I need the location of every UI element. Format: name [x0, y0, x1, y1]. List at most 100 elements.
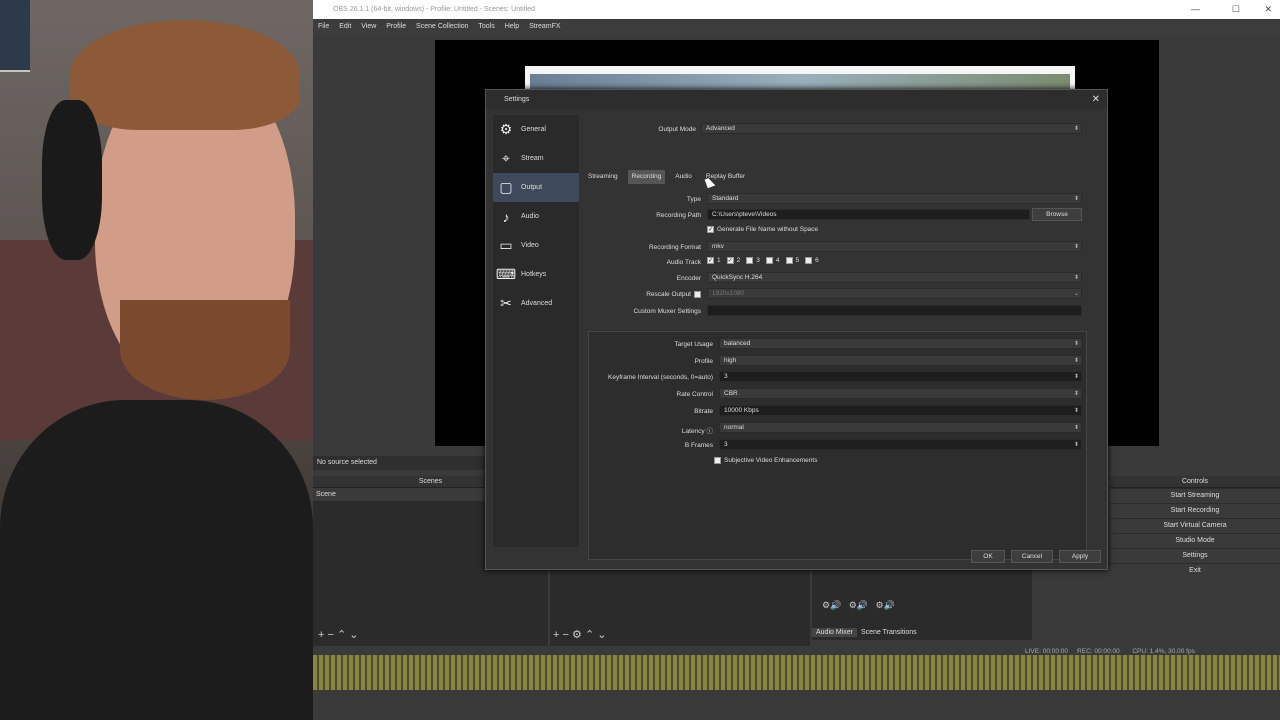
nav-video[interactable]: ▭ Video	[493, 231, 579, 260]
start-streaming-button[interactable]: Start Streaming	[1110, 489, 1280, 503]
nav-hotkeys[interactable]: ⌨ Hotkeys	[493, 260, 579, 289]
updown-icon: ⬍	[1073, 126, 1079, 132]
apply-button[interactable]: Apply	[1059, 550, 1101, 563]
nav-advanced[interactable]: ✂ Advanced	[493, 289, 579, 318]
settings-button[interactable]: Settings	[1110, 549, 1280, 563]
track-label: 1	[717, 257, 721, 265]
track-6-checkbox[interactable]: 6	[805, 257, 819, 264]
updown-icon: ⬍	[1073, 244, 1079, 250]
track-2-checkbox[interactable]: ✓ 2	[726, 257, 740, 264]
start-virtual-camera-button[interactable]: Start Virtual Camera	[1110, 519, 1280, 533]
menu-file[interactable]: File	[318, 23, 329, 30]
profile-select[interactable]: high ⬍	[719, 355, 1082, 366]
studio-mode-button[interactable]: Studio Mode	[1110, 534, 1280, 548]
gear-icon[interactable]: ⚙	[572, 629, 582, 641]
audio-visualizer	[313, 655, 1280, 690]
track-3-checkbox[interactable]: 3	[746, 257, 760, 264]
close-window-icon[interactable]: ✕	[1264, 0, 1272, 19]
type-select[interactable]: Standard ⬍	[707, 193, 1082, 204]
recording-format-select[interactable]: mkv ⬍	[707, 241, 1082, 252]
wall-picture	[0, 0, 30, 72]
menu-tools[interactable]: Tools	[478, 23, 494, 30]
output-tabs: Streaming Recording Audio Replay Buffer	[584, 170, 755, 184]
bitrate-input[interactable]: 10000 Kbps ⬍	[719, 405, 1082, 416]
output-mode-select[interactable]: Advanced ⬍	[701, 123, 1082, 134]
tab-recording[interactable]: Recording	[627, 170, 666, 184]
close-icon[interactable]: ✕	[1092, 94, 1100, 105]
track-label: 6	[815, 257, 819, 265]
remove-source-icon[interactable]: −	[563, 629, 569, 641]
add-icon[interactable]: +	[318, 629, 324, 641]
checkbox-unchecked	[765, 257, 773, 264]
bitrate-label: Bitrate	[694, 408, 713, 415]
keyframe-input[interactable]: 3 ⬍	[719, 371, 1082, 382]
menu-streamfx[interactable]: StreamFX	[529, 23, 561, 30]
tab-scene-transitions[interactable]: Scene Transitions	[857, 628, 921, 637]
format-value: mkv	[712, 243, 724, 250]
exit-button[interactable]: Exit	[1110, 564, 1280, 578]
settings-title: Settings	[486, 90, 1107, 109]
track-4-checkbox[interactable]: 4	[765, 257, 780, 264]
menu-scene-collection[interactable]: Scene Collection	[416, 23, 469, 30]
rec-status: REC: 00:00:00	[1077, 648, 1120, 655]
tab-audio[interactable]: Audio	[671, 170, 696, 184]
rate-control-select[interactable]: CBR ⬍	[719, 388, 1082, 399]
nav-label: Advanced	[521, 300, 553, 307]
webcam-feed	[0, 0, 313, 720]
nav-output[interactable]: ▢ Output	[493, 173, 579, 202]
bframes-input[interactable]: 3 ⬍	[719, 439, 1082, 450]
menu-edit[interactable]: Edit	[339, 23, 351, 30]
maximize-icon[interactable]: ☐	[1232, 0, 1240, 19]
latency-select[interactable]: normal ⬍	[719, 422, 1082, 433]
start-recording-button[interactable]: Start Recording	[1110, 504, 1280, 518]
down-icon[interactable]: ⌄	[349, 629, 358, 641]
muxer-input[interactable]	[707, 305, 1082, 316]
menu-help[interactable]: Help	[505, 23, 519, 30]
track-1-checkbox[interactable]: ✓ 1	[707, 257, 721, 264]
browse-button[interactable]: Browse	[1032, 208, 1082, 221]
keyboard-icon: ⌨	[495, 266, 517, 282]
settings-content: Output Mode Advanced ⬍ Streaming Recordin…	[581, 115, 1101, 560]
down-source-icon[interactable]: ⌄	[597, 629, 606, 641]
nav-label: Stream	[521, 155, 544, 162]
bframes-value: 3	[724, 441, 728, 448]
spinner-icon[interactable]: ⬍	[1074, 406, 1079, 416]
track-label: 5	[795, 257, 800, 265]
target-usage-label: Target Usage	[674, 341, 713, 348]
up-source-icon[interactable]: ⌃	[585, 629, 594, 641]
type-label: Type	[686, 196, 701, 203]
nav-general[interactable]: ⚙ General	[493, 115, 579, 144]
target-usage-select[interactable]: balanced ⬍	[719, 338, 1082, 349]
add-source-icon[interactable]: +	[553, 629, 559, 641]
updown-icon: ⬍	[1073, 196, 1079, 202]
spinner-icon[interactable]: ⬍	[1074, 440, 1079, 450]
updown-icon: ⬍	[1073, 341, 1079, 347]
encoder-select[interactable]: QuickSync H.264 ⬍	[707, 272, 1082, 283]
help-icon[interactable]: ⓘ	[707, 428, 714, 435]
nav-label: Hotkeys	[521, 271, 547, 278]
menu-view[interactable]: View	[361, 23, 376, 30]
cancel-button[interactable]: Cancel	[1011, 550, 1053, 563]
spinner-icon[interactable]: ⬍	[1074, 372, 1079, 382]
checkbox-checked: ✓	[707, 226, 714, 233]
controls-dock: Controls Start Streaming Start Recording…	[1110, 476, 1280, 578]
person-hair	[70, 20, 300, 130]
recording-path-input[interactable]: C:\Users\pteve\Videos	[707, 209, 1030, 220]
up-icon[interactable]: ⌃	[337, 629, 346, 641]
minimize-icon[interactable]: —	[1191, 0, 1200, 19]
nav-label: General	[521, 126, 546, 133]
menu-profile[interactable]: Profile	[386, 23, 406, 30]
bframes-label: B Frames	[684, 442, 713, 449]
tab-streaming[interactable]: Streaming	[584, 170, 622, 184]
nav-stream[interactable]: ⌖ Stream	[493, 144, 579, 173]
ok-button[interactable]: OK	[971, 550, 1005, 563]
tab-audio-mixer[interactable]: Audio Mixer	[812, 628, 857, 637]
nav-audio[interactable]: ♪ Audio	[493, 202, 579, 231]
gen-name-checkbox[interactable]: ✓ Generate File Name without Space	[707, 226, 818, 233]
track-5-checkbox[interactable]: 5	[785, 257, 800, 265]
remove-icon[interactable]: −	[328, 629, 334, 641]
subjective-checkbox[interactable]: Subjective Video Enhancements	[714, 457, 817, 464]
rescale-checkbox[interactable]	[694, 291, 701, 298]
headphones	[42, 100, 102, 260]
mixer-controls-icon[interactable]: ⚙🔊 ⚙🔊 ⚙🔊	[822, 600, 895, 611]
